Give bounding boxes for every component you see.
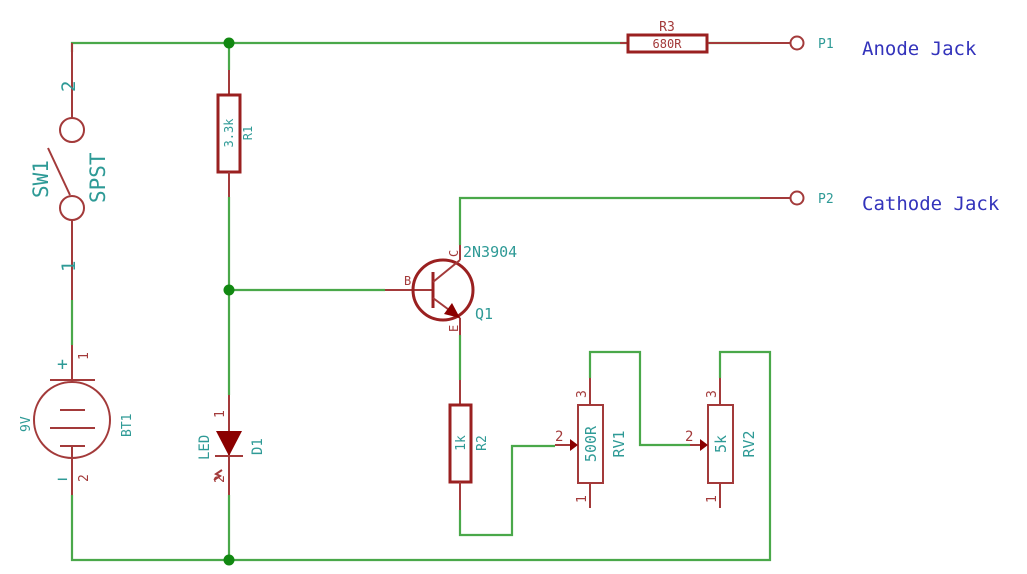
port-p2[interactable]: P2 Cathode Jack: [760, 190, 1000, 216]
r2-ref: R2: [475, 435, 490, 451]
bt1-ref: BT1: [120, 414, 135, 437]
schematic-canvas: R3 680R P1 Anode Jack P2 Cathode Jack 2 …: [0, 0, 1027, 574]
bt1-pin1: 1: [77, 352, 92, 360]
p1-label: Anode Jack: [862, 38, 977, 60]
port-p1[interactable]: P1 Anode Jack: [789, 35, 977, 61]
d1-ref: D1: [250, 438, 266, 455]
resistor-r3[interactable]: R3 680R: [620, 20, 790, 54]
potentiometer-rv2[interactable]: 2 3 1 5k RV2: [685, 378, 758, 508]
resistor-r1[interactable]: 3.3k R1: [216, 70, 255, 197]
sw1-pin1: 1: [58, 261, 80, 272]
bt1-plus: +: [57, 354, 68, 375]
r1-ref: R1: [241, 126, 255, 140]
junction-dot: [223, 554, 235, 566]
q1-value: 2N3904: [463, 243, 517, 261]
d1-value: LED: [197, 435, 213, 460]
q1-emitter-label: E: [447, 325, 461, 332]
bt1-minus: −: [57, 469, 68, 490]
sw1-ref: SW1: [29, 160, 53, 198]
q1-base-label: B: [404, 274, 411, 288]
p1-ref: P1: [818, 37, 834, 52]
sw1-pin2: 2: [58, 81, 80, 92]
r2-value: 1k: [454, 435, 469, 451]
rv1-value: 500R: [582, 425, 600, 462]
schematic: R3 680R P1 Anode Jack P2 Cathode Jack 2 …: [19, 20, 1000, 566]
rv1-pin2: 2: [555, 429, 563, 445]
r1-value: 3.3k: [222, 118, 236, 148]
d1-pin2: 2: [213, 475, 228, 483]
junction-dot: [223, 284, 235, 296]
d1-pin1: 1: [213, 410, 228, 418]
r3-value: 680R: [653, 37, 683, 51]
switch-sw1[interactable]: 2 1 SW1 SPST: [29, 43, 110, 300]
p2-ref: P2: [818, 192, 834, 207]
rv2-pin1: 1: [705, 495, 720, 503]
bt1-value: 9V: [19, 416, 34, 432]
potentiometer-rv1[interactable]: 2 3 1 500R RV1: [555, 378, 628, 508]
q1-collector-label: C: [447, 250, 461, 257]
rv2-pin3: 3: [705, 390, 720, 398]
wires: [70, 41, 772, 562]
transistor-q1[interactable]: B C E 2N3904 Q1: [385, 243, 517, 335]
rv1-ref: RV1: [610, 430, 628, 457]
rv1-pin1: 1: [575, 495, 590, 503]
bt1-pin2: 2: [77, 474, 92, 482]
rv2-ref: RV2: [740, 430, 758, 457]
resistor-r2[interactable]: 1k R2: [448, 380, 490, 510]
junction-dot: [223, 37, 235, 49]
led-d1[interactable]: 1 2 LED D1: [197, 395, 266, 495]
rv2-pin2: 2: [685, 429, 693, 445]
battery-bt1[interactable]: + − 1 2 9V BT1: [19, 345, 135, 495]
rv1-pin3: 3: [575, 390, 590, 398]
rv2-value: 5k: [712, 435, 730, 453]
r3-ref: R3: [659, 20, 675, 35]
sw1-value: SPST: [86, 152, 110, 203]
p2-label: Cathode Jack: [862, 193, 1000, 215]
q1-ref: Q1: [475, 305, 493, 323]
